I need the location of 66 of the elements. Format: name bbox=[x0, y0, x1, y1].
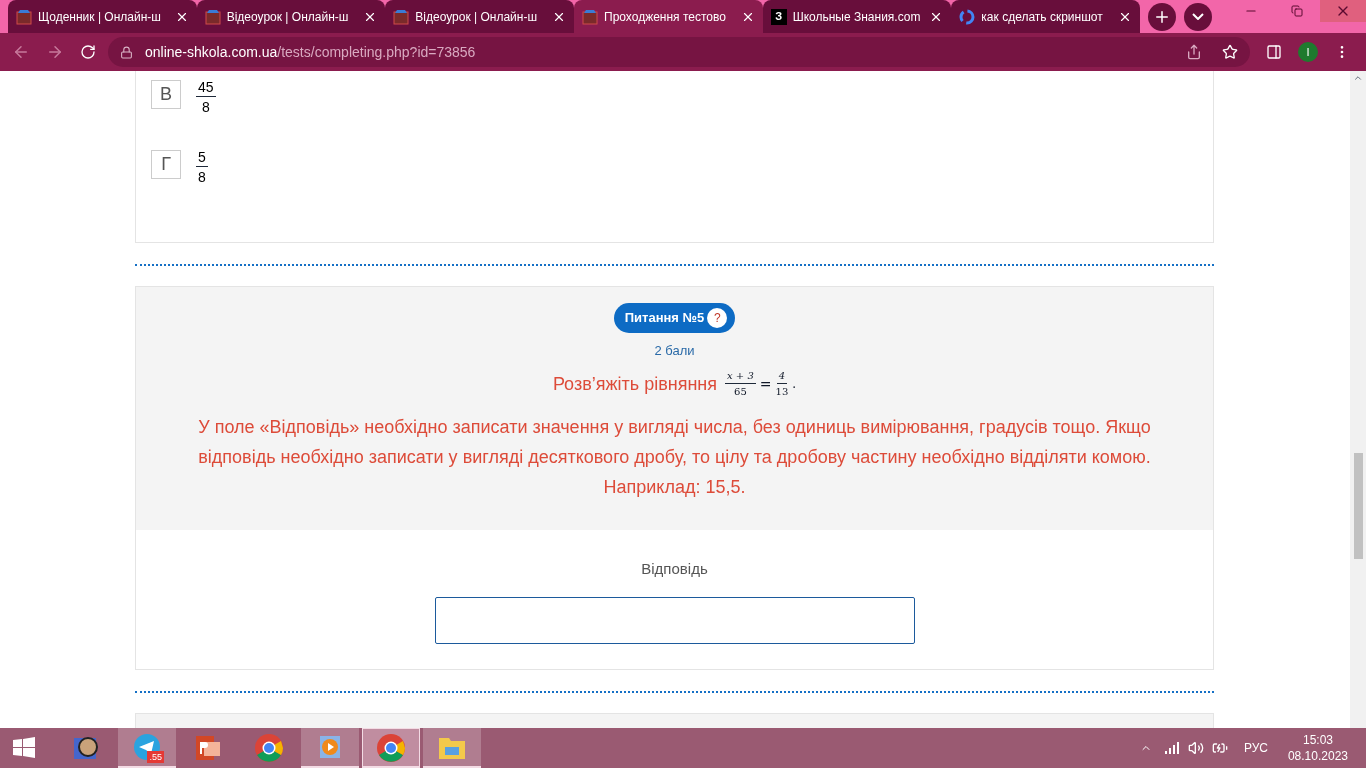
clock-date: 08.10.2023 bbox=[1287, 748, 1348, 764]
chrome-icon bbox=[254, 733, 284, 763]
numerator: 5 bbox=[196, 150, 208, 167]
side-panel-icon[interactable] bbox=[1266, 44, 1282, 60]
share-icon[interactable] bbox=[1186, 44, 1202, 60]
school-logo-icon bbox=[16, 8, 32, 25]
points-label: 2 бали bbox=[654, 342, 695, 360]
address-bar[interactable]: online-shkola.com.ua/tests/completing.php?id=73856 bbox=[108, 37, 1250, 67]
answer-field[interactable] bbox=[434, 597, 915, 644]
tab-title: Відеоурок | Онлайн-ш bbox=[226, 8, 350, 26]
restore-icon bbox=[1291, 5, 1304, 17]
browser-tab[interactable]: Відеоурок | Онлайн-ш bbox=[385, 0, 574, 33]
denominator: 8 bbox=[201, 98, 210, 114]
new-tab-button[interactable] bbox=[1148, 2, 1177, 31]
clock-time: 15:03 bbox=[1302, 732, 1333, 748]
answer-instructions: У поле «Відповідь» необхідно записати значення у вигляді числа, без одиниць вимірювання, градусів тощо. Якщо відповідь необхідно записати у вигляді десяткового дробу, то цілу та дробову частину необхідно відділяти комою. Наприклад: 15,5. bbox=[197, 415, 1152, 499]
tab-title: как сделать скриншот bbox=[981, 8, 1104, 26]
lock-icon bbox=[120, 45, 133, 59]
signal-bars-icon[interactable] bbox=[1163, 741, 1180, 755]
volume-icon[interactable] bbox=[1187, 740, 1204, 756]
chrome-icon bbox=[376, 732, 406, 763]
scrollbar[interactable] bbox=[1350, 71, 1366, 728]
chevron-down-icon bbox=[1192, 13, 1205, 20]
scroll-thumb[interactable] bbox=[1353, 453, 1363, 559]
option-letter[interactable]: В bbox=[151, 80, 181, 109]
question-number: Питання №5 bbox=[624, 309, 705, 328]
school-logo-icon bbox=[204, 8, 221, 25]
google-logo-icon bbox=[959, 8, 976, 25]
bookmark-star-icon[interactable] bbox=[1222, 44, 1238, 60]
browser-tab[interactable]: Проходження тестово bbox=[574, 0, 763, 33]
help-icon[interactable]: ? bbox=[707, 308, 728, 328]
language-indicator[interactable]: РУС bbox=[1243, 739, 1268, 757]
denominator: 65 bbox=[734, 385, 747, 397]
tab-title: Щоденник | Онлайн-ш bbox=[38, 8, 162, 26]
presentation-app-icon bbox=[194, 734, 222, 762]
site-logo-icon: З bbox=[770, 8, 787, 25]
forward-icon[interactable] bbox=[46, 43, 64, 61]
reload-icon[interactable] bbox=[80, 44, 96, 60]
back-icon[interactable] bbox=[12, 43, 30, 61]
tab-search-button[interactable] bbox=[1184, 2, 1213, 31]
school-logo-icon bbox=[393, 8, 410, 25]
browser-tab[interactable]: Щоденник | Онлайн-ш bbox=[8, 0, 197, 33]
answer-label: Відповідь bbox=[641, 558, 708, 579]
numerator: 45 bbox=[196, 80, 216, 97]
tab-title: Школьные Знания.com bbox=[792, 8, 922, 26]
browser-tab[interactable]: Відеоурок | Онлайн-ш bbox=[196, 0, 386, 33]
taskbar-app-button[interactable] bbox=[362, 728, 420, 768]
clock[interactable]: 15:03 08.10.2023 bbox=[1279, 732, 1356, 764]
taskbar-app-button[interactable]: .55 bbox=[118, 728, 176, 768]
school-logo-icon bbox=[582, 8, 598, 25]
denominator: 13 bbox=[775, 385, 789, 397]
browser-tab[interactable]: как сделать скриншот bbox=[951, 0, 1141, 33]
numerator: 4 bbox=[776, 371, 788, 384]
numerator: x + 3 bbox=[725, 371, 756, 384]
scroll-up-icon[interactable] bbox=[1353, 73, 1363, 83]
photo-viewer-icon bbox=[73, 735, 99, 761]
option-letter[interactable]: Г bbox=[151, 150, 181, 179]
url-text: online-shkola.com.ua/tests/completing.php?id=73856 bbox=[145, 42, 477, 62]
denominator: 8 bbox=[198, 168, 206, 184]
battery-icon[interactable] bbox=[1211, 740, 1228, 756]
question-prompt: Розв’яжіть рівняння bbox=[552, 372, 718, 396]
profile-avatar[interactable]: I bbox=[1298, 42, 1318, 62]
tab-title: Проходження тестово bbox=[604, 8, 727, 26]
unread-badge: .55 bbox=[147, 751, 164, 763]
browser-tab[interactable]: З Школьные Знания.com bbox=[762, 0, 952, 33]
tab-title: Відеоурок | Онлайн-ш bbox=[415, 8, 539, 26]
